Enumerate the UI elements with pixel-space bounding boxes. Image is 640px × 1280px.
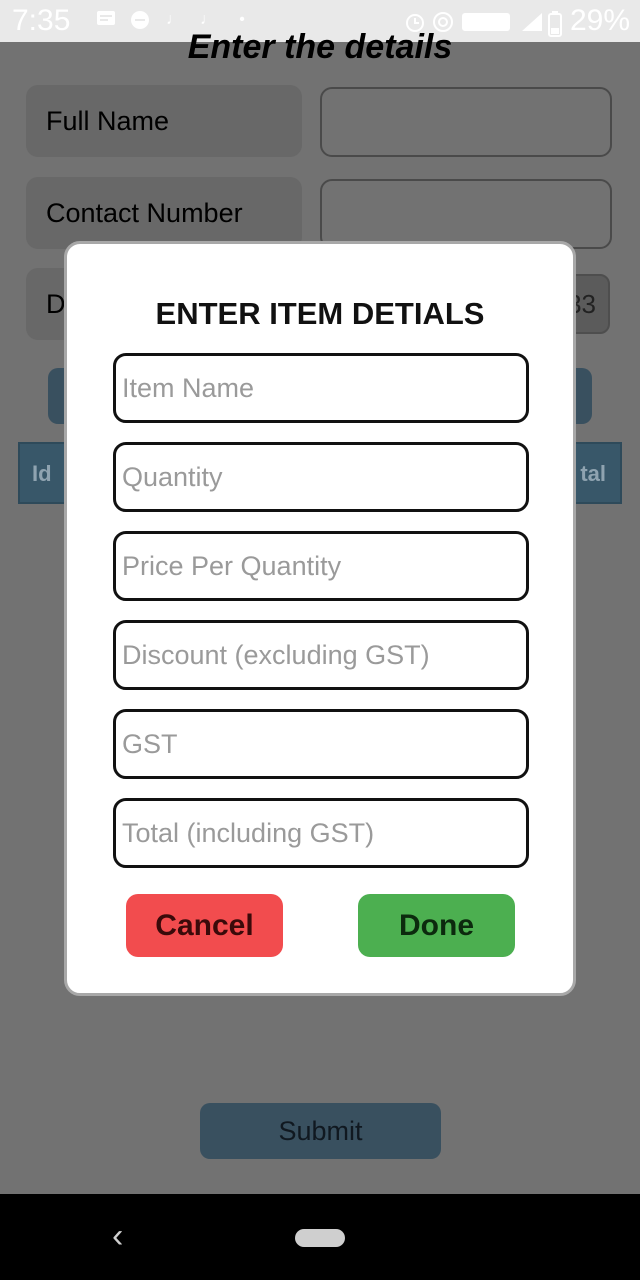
price-per-quantity-input[interactable] [116, 534, 526, 598]
notification-icons: ♩ ♩ • [96, 10, 252, 30]
price-per-quantity-field[interactable] [113, 531, 529, 601]
done-button[interactable]: Done [358, 894, 515, 957]
quantity-field[interactable] [113, 442, 529, 512]
total-field[interactable] [113, 798, 529, 868]
cancel-button[interactable]: Cancel [126, 894, 283, 957]
music-note-icon: ♩ [166, 11, 182, 28]
total-input[interactable] [116, 801, 526, 865]
chevron-left-icon[interactable]: ‹ [112, 1216, 136, 1256]
gst-input[interactable] [116, 712, 526, 776]
message-icon [96, 10, 116, 30]
column-id: Id [32, 461, 52, 486]
full-name-label: Full Name [26, 85, 302, 157]
column-total: tal [580, 461, 606, 486]
quantity-input[interactable] [116, 445, 526, 509]
chat-icon [130, 10, 150, 30]
dialog-title: ENTER ITEM DETIALS [155, 296, 485, 331]
contact-number-input[interactable] [320, 179, 612, 249]
music-note-icon: ♩ [200, 11, 216, 28]
discount-field[interactable] [113, 620, 529, 690]
home-pill-icon[interactable] [295, 1229, 345, 1247]
full-name-input[interactable] [320, 87, 612, 157]
dot-icon: • [239, 11, 245, 28]
discount-input[interactable] [116, 623, 526, 687]
submit-button[interactable]: Submit [200, 1103, 441, 1159]
contact-number-label: Contact Number [26, 177, 302, 249]
item-name-field[interactable] [113, 353, 529, 423]
item-details-dialog: ENTER ITEM DETIALS Cancel Done [64, 241, 576, 996]
navigation-bar: ‹ [0, 1194, 640, 1280]
page-title: Enter the details [187, 28, 453, 66]
gst-field[interactable] [113, 709, 529, 779]
item-name-input[interactable] [116, 356, 526, 420]
